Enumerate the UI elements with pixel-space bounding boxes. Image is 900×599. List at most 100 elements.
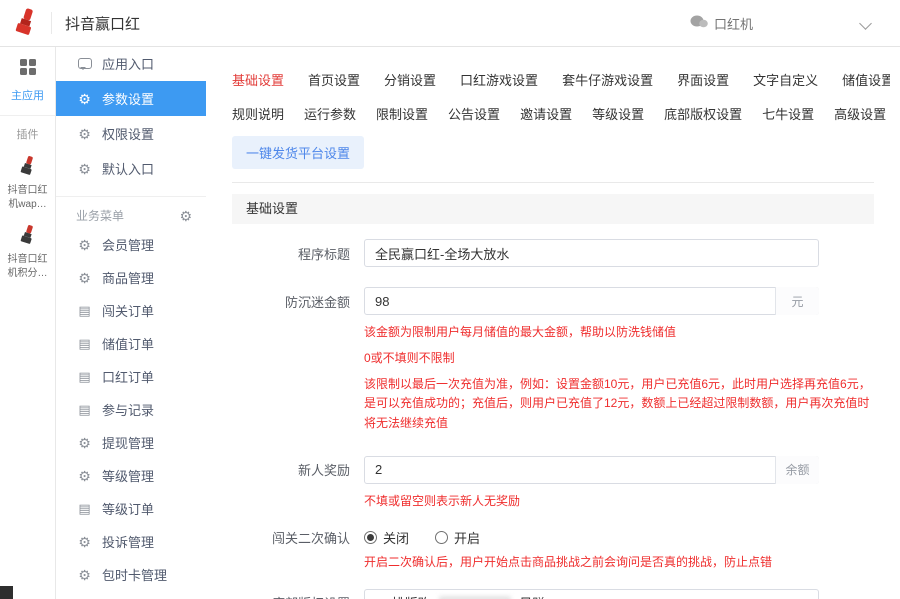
anti-addiction-help-1: 该金额为限制用户每月储值的最大金额，帮助以防洗钱储值 [364, 325, 677, 339]
footer-copyright-input[interactable]: 1C排版购· ·日赚500+ [364, 588, 819, 599]
radio-button-icon [364, 530, 377, 544]
tab-text-customization[interactable]: 文字自定义 [753, 70, 818, 89]
redacted-text [438, 595, 511, 599]
sidebar-item-label: 商品管理 [102, 271, 155, 286]
gear-icon: ⚙ [78, 90, 91, 107]
sidebar-item-label: 储值订单 [102, 337, 155, 352]
lipstick-icon [19, 155, 37, 180]
sidebar-item-participation-records[interactable]: ▤ 参与记录 [56, 393, 206, 426]
gear-icon: ⚙ [78, 160, 91, 177]
current-app-label: 口红机 [713, 16, 753, 32]
tab-invite-settings[interactable]: 邀请设置 [520, 104, 572, 123]
tab-lipstick-game-settings[interactable]: 口红游戏设置 [460, 70, 538, 89]
gear-icon: ⚙ [78, 566, 91, 583]
sidebar-item-label: 等级订单 [102, 502, 155, 517]
tab-level-settings[interactable]: 等级设置 [592, 104, 644, 123]
sidebar-item-default-entry[interactable]: ⚙ 默认入口 [56, 151, 206, 186]
tab-announcement-settings[interactable]: 公告设置 [448, 104, 500, 123]
tab-rules-description[interactable]: 规则说明 [232, 104, 284, 123]
lipstick-logo-icon [13, 7, 39, 40]
sidebar-item-withdrawal-management[interactable]: ⚙ 提现管理 [56, 426, 206, 459]
current-app-switcher[interactable]: 口红机 [690, 14, 753, 33]
app-title: 抖音赢口红 [65, 15, 141, 33]
tab-advanced-settings[interactable]: 高级设置 [834, 104, 886, 123]
rail-plugin-label: 抖音口红机wap… [7, 185, 48, 210]
anti-addiction-amount-label: 防沉迷金额 [284, 294, 350, 310]
grid-icon [19, 58, 37, 81]
tab-runtime-parameters[interactable]: 运行参数 [304, 104, 356, 123]
radio-close[interactable]: 关闭 [364, 528, 409, 547]
gear-icon: ⚙ [78, 467, 91, 484]
program-title-input[interactable] [364, 239, 819, 267]
sidebar-item-label: 包时卡管理 [102, 568, 168, 583]
bottom-left-widget [0, 586, 13, 599]
unit-yuan-addon: 元 [775, 287, 819, 315]
tabs-row-2: 规则说明 运行参数 限制设置 公告设置 邀请设置 等级设置 底部版权设置 七牛设… [232, 104, 890, 123]
tab-recharge-settings[interactable]: 储值设置 [842, 70, 890, 89]
copyright-value-prefix: 1C排版购· [375, 593, 435, 599]
rail-plugin-lipstick-points[interactable]: 抖音口红机积分… [5, 224, 51, 280]
sidebar-item-permission-settings[interactable]: ⚙ 权限设置 [56, 116, 206, 151]
radio-open[interactable]: 开启 [435, 528, 480, 547]
rail-item-main-app[interactable]: 主应用 [0, 46, 55, 116]
sidebar-item-parameter-settings[interactable]: ⚙ 参数设置 [56, 81, 206, 116]
radio-button-icon [435, 530, 449, 544]
tab-bull-game-settings[interactable]: 套牛仔游戏设置 [562, 70, 653, 89]
radio-open-label: 开启 [454, 530, 481, 546]
sidebar-item-label: 默认入口 [102, 162, 155, 177]
tab-home-settings[interactable]: 首页设置 [308, 70, 360, 89]
sidebar-item-label: 应用入口 [102, 57, 155, 72]
unit-balance-addon: 余额 [775, 455, 819, 484]
rail-plugin-lipstick-wap[interactable]: 抖音口红机wap… [5, 155, 51, 211]
gear-icon: ⚙ [78, 125, 91, 142]
sidebar: 应用入口 ⚙ 参数设置 ⚙ 权限设置 ⚙ 默认入口 业务菜单 ⚙ ⚙ 会员管理 … [56, 46, 207, 599]
sidebar-item-lipstick-orders[interactable]: ▤ 口红订单 [56, 360, 206, 393]
sidebar-item-label: 提现管理 [102, 436, 155, 451]
sidebar-item-complaint-management[interactable]: ⚙ 投诉管理 [56, 525, 206, 558]
one-click-shipping-platform-button[interactable]: 一键发货平台设置 [232, 136, 365, 169]
tab-interface-settings[interactable]: 界面设置 [677, 70, 729, 89]
tab-limit-settings[interactable]: 限制设置 [376, 104, 428, 123]
document-icon: ▤ [78, 402, 91, 417]
gear-icon: ⚙ [78, 434, 91, 451]
sidebar-item-timecard-orders[interactable]: ▤ 包时卡订单 [56, 591, 206, 599]
app-rail: 主应用 插件 抖音口红机wap… 抖音口红机积分… [0, 46, 56, 599]
document-icon: ▤ [78, 336, 91, 351]
lipstick-icon [19, 224, 37, 249]
document-icon: ▤ [78, 303, 91, 318]
sidebar-item-product-management[interactable]: ⚙ 商品管理 [56, 261, 206, 294]
chat-bubble-icon [77, 58, 92, 70]
sidebar-item-recharge-orders[interactable]: ▤ 储值订单 [56, 327, 206, 360]
panel-title: 基础设置 [232, 194, 874, 224]
tab-footer-copyright-settings[interactable]: 底部版权设置 [664, 104, 742, 123]
sidebar-item-label: 等级管理 [102, 469, 155, 484]
tab-qiniu-settings[interactable]: 七牛设置 [762, 104, 814, 123]
gear-icon: ⚙ [78, 269, 91, 286]
sidebar-section-title: 业务菜单 [76, 209, 125, 223]
rail-plugins-label: 插件 [16, 129, 39, 141]
newcomer-reward-input[interactable] [364, 455, 819, 484]
document-icon: ▤ [78, 501, 91, 516]
sidebar-item-member-management[interactable]: ⚙ 会员管理 [56, 228, 206, 261]
sidebar-item-app-entry[interactable]: 应用入口 [56, 46, 206, 81]
gear-icon[interactable]: ⚙ [179, 209, 192, 223]
sidebar-item-grade-orders[interactable]: ▤ 等级订单 [56, 492, 206, 525]
sidebar-item-level-orders[interactable]: ▤ 闯关订单 [56, 294, 206, 327]
tab-distribution-settings[interactable]: 分销设置 [384, 70, 436, 89]
sidebar-item-label: 口红订单 [102, 370, 155, 385]
sidebar-item-grade-management[interactable]: ⚙ 等级管理 [56, 459, 206, 492]
sidebar-item-timecard-management[interactable]: ⚙ 包时卡管理 [56, 558, 206, 591]
sidebar-item-label: 权限设置 [102, 127, 155, 142]
double-confirm-radio-group: 关闭 开启 [364, 528, 506, 547]
top-bar: 抖音赢口红 口红机 [0, 0, 900, 47]
settings-form: 程序标题 防沉迷金额 元 该金额为限制用户每月储值的最大金额，帮助以防洗钱储值 [232, 239, 874, 599]
gear-icon: ⚙ [78, 533, 91, 550]
main-content: 基础设置 首页设置 分销设置 口红游戏设置 套牛仔游戏设置 界面设置 文字自定义… [206, 46, 900, 599]
app-window: 抖音赢口红 口红机 主应用 插件 抖音口红机wap… 抖音口红机积分… 应用入口… [0, 0, 900, 599]
copyright-value-suffix: ·日赚500+ [515, 593, 575, 599]
chevron-down-icon[interactable] [859, 16, 872, 30]
chat-bubbles-icon [690, 15, 708, 32]
tab-basic-settings[interactable]: 基础设置 [232, 70, 284, 89]
rail-main-app-label: 主应用 [11, 90, 44, 102]
anti-addiction-amount-input[interactable] [364, 287, 819, 315]
